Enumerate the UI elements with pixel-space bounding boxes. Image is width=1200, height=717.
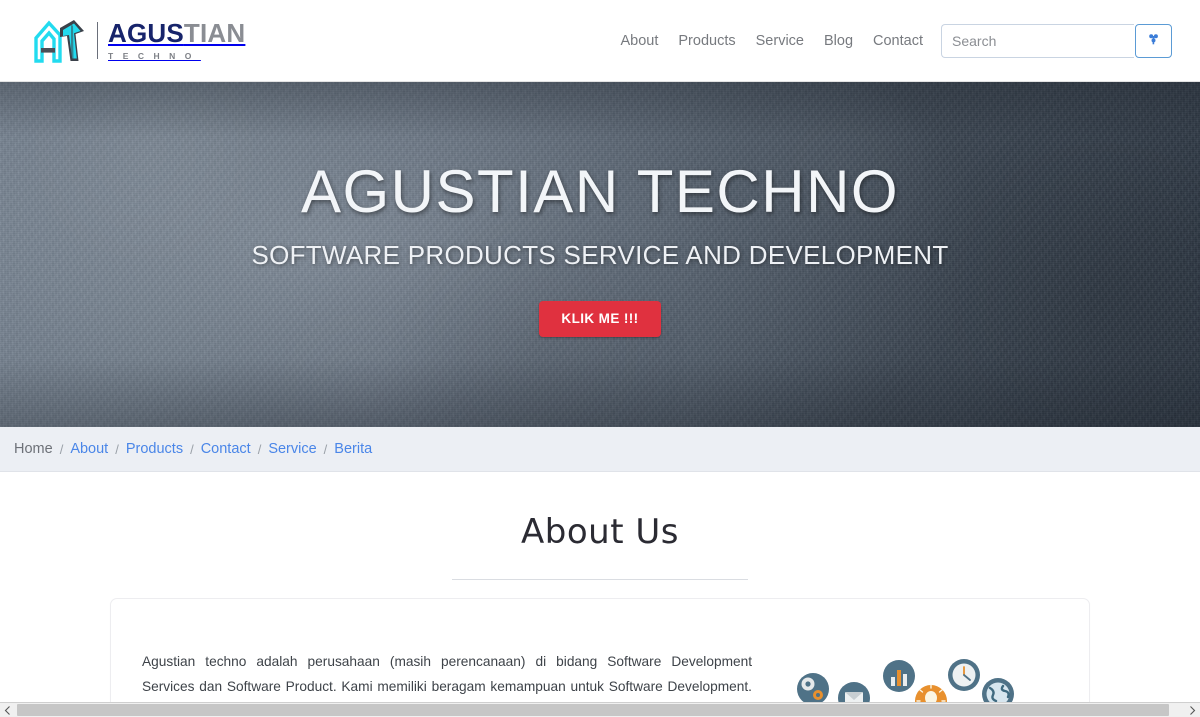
nav-item-contact[interactable]: Contact	[863, 27, 933, 55]
team-collaboration-icons-illustration	[752, 635, 1059, 702]
nav-item-products[interactable]: Products	[668, 27, 745, 55]
horizontal-scrollbar[interactable]	[0, 702, 1200, 717]
about-body-text: Agustian techno adalah perusahaan (masih…	[142, 653, 752, 695]
about-section-title: About Us	[521, 512, 679, 552]
breadcrumb-item-products[interactable]: Products	[126, 441, 183, 457]
search-group	[941, 23, 1172, 58]
breadcrumb-separator: /	[190, 441, 194, 457]
brand-wordmark: AGUSTIAN TECHNO	[108, 20, 245, 61]
at-monogram-logo-icon	[30, 17, 88, 65]
breadcrumb-separator: /	[59, 441, 64, 457]
chevron-right-icon[interactable]	[1185, 703, 1200, 717]
site-header: AGUSTIAN TECHNO About Products Service B…	[0, 0, 1200, 82]
section-divider	[452, 579, 748, 580]
breadcrumb: Home / About / Products / Contact / Serv…	[0, 427, 1200, 472]
scrollbar-track[interactable]	[15, 703, 1185, 717]
breadcrumb-separator: /	[323, 441, 328, 457]
search-submit-button[interactable]	[1135, 23, 1172, 58]
chevron-left-icon[interactable]	[0, 703, 15, 717]
nav-item-blog[interactable]: Blog	[814, 27, 863, 55]
about-section: About Us Agustian techno adalah perusaha…	[0, 472, 1200, 702]
page-root: AGUSTIAN TECHNO About Products Service B…	[0, 0, 1200, 717]
hero-title: AGUSTIAN TECHNO	[300, 158, 900, 225]
about-card: Agustian techno adalah perusahaan (masih…	[110, 598, 1090, 702]
breadcrumb-item-service[interactable]: Service	[268, 441, 316, 457]
breadcrumb-separator: /	[115, 441, 119, 457]
header-right-group: About Products Service Blog Contact	[610, 23, 1172, 58]
breadcrumb-item-home[interactable]: Home	[14, 441, 53, 457]
search-input[interactable]	[941, 23, 1134, 58]
nav-item-service[interactable]: Service	[746, 27, 814, 55]
search-glyph-icon	[1146, 32, 1161, 50]
hero-banner: AGUSTIAN TECHNO SOFTWARE PRODUCTS SERVIC…	[0, 82, 1200, 427]
scrollbar-thumb[interactable]	[17, 704, 1169, 716]
brand-logo-link[interactable]: AGUSTIAN TECHNO	[30, 14, 245, 68]
browser-viewport: AGUSTIAN TECHNO About Products Service B…	[0, 0, 1200, 702]
breadcrumb-item-about[interactable]: About	[70, 441, 108, 457]
brand-tagline: TECHNO	[108, 51, 201, 62]
primary-navigation: About Products Service Blog Contact	[610, 27, 933, 55]
hero-cta-button[interactable]: KLIK ME !!!	[539, 300, 661, 337]
hero-subtitle: SOFTWARE PRODUCTS SERVICE AND DEVELOPMEN…	[251, 239, 949, 270]
brand-name: AGUSTIAN	[108, 20, 245, 46]
nav-item-about[interactable]: About	[610, 27, 668, 55]
brand-name-part1: AGUS	[108, 18, 184, 49]
hero-content: AGUSTIAN TECHNO SOFTWARE PRODUCTS SERVIC…	[0, 82, 1200, 337]
brand-name-part2: TIAN	[183, 18, 246, 49]
brand-divider	[97, 22, 98, 59]
breadcrumb-item-berita[interactable]: Berita	[334, 441, 372, 457]
breadcrumb-item-contact[interactable]: Contact	[201, 441, 251, 457]
breadcrumb-separator: /	[257, 441, 262, 457]
